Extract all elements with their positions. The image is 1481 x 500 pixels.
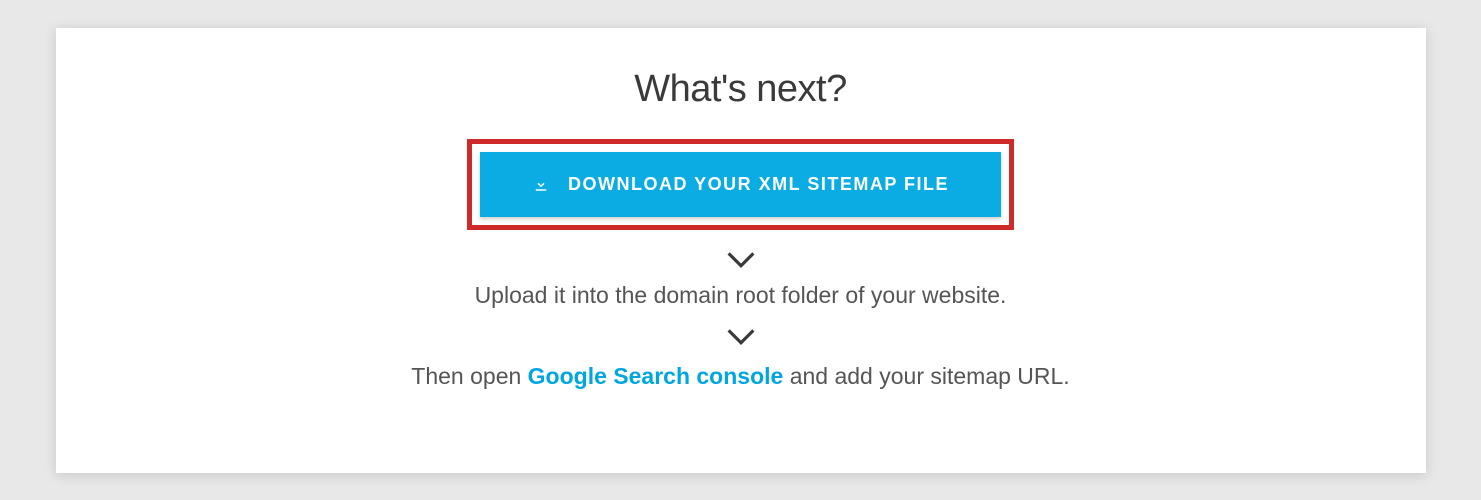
highlight-box: DOWNLOAD YOUR XML SITEMAP FILE [467,139,1014,230]
step-search-console-text: Then open Google Search console and add … [411,363,1069,390]
download-icon [532,175,550,193]
step-upload-text: Upload it into the domain root folder of… [475,282,1007,309]
google-search-console-link[interactable]: Google Search console [528,363,784,389]
download-sitemap-button[interactable]: DOWNLOAD YOUR XML SITEMAP FILE [480,152,1001,217]
chevron-down-icon [727,250,755,268]
panel-heading: What's next? [634,68,846,111]
whats-next-panel: What's next? DOWNLOAD YOUR XML SITEMAP F… [56,28,1426,473]
step2-suffix: and add your sitemap URL. [783,363,1069,389]
step2-prefix: Then open [411,363,527,389]
chevron-down-icon [727,327,755,345]
download-button-label: DOWNLOAD YOUR XML SITEMAP FILE [568,174,949,195]
